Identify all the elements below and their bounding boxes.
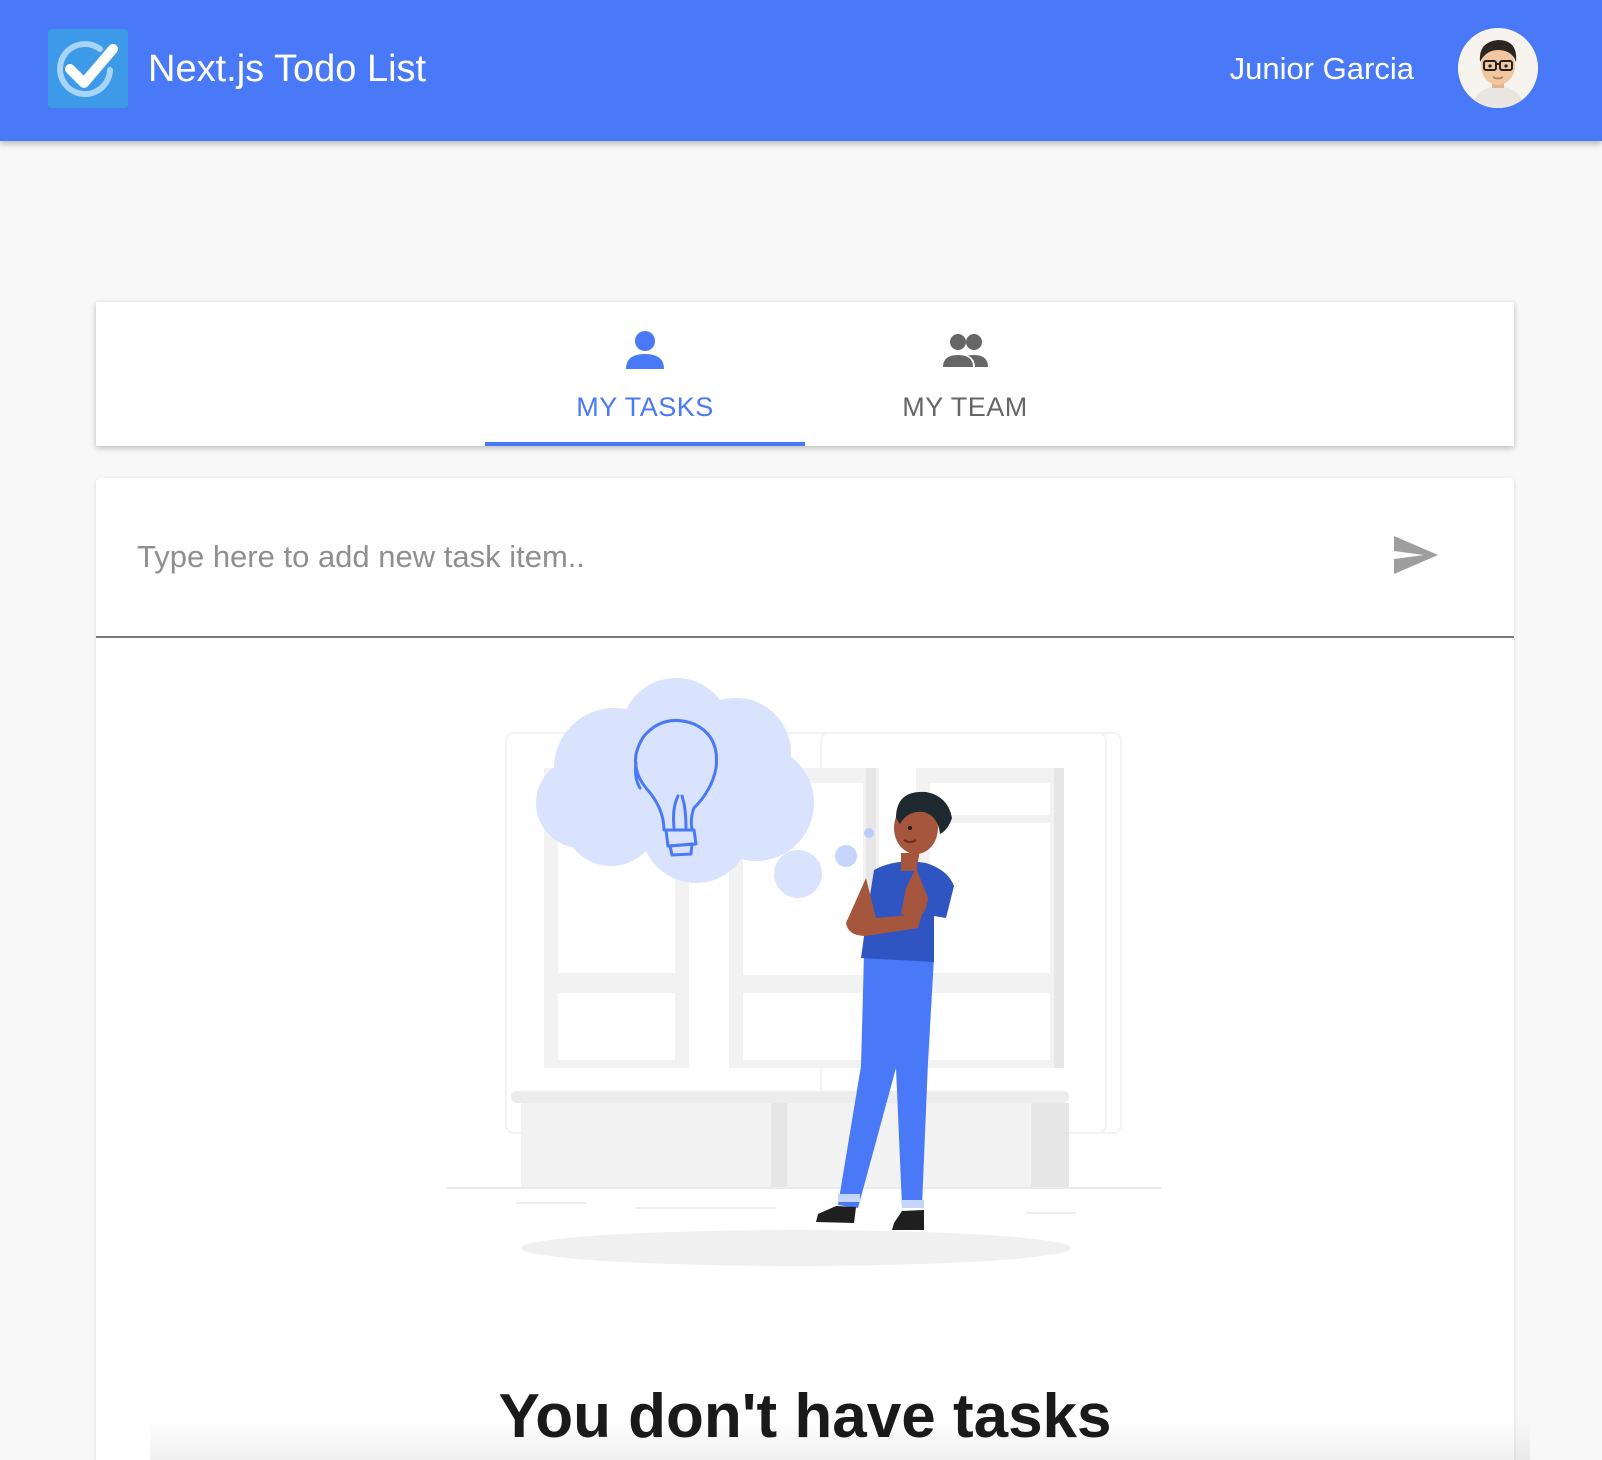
empty-state-title: You don't have tasks bbox=[498, 1382, 1112, 1451]
app-title: Next.js Todo List bbox=[148, 48, 427, 90]
tab-label: MY TASKS bbox=[576, 392, 714, 422]
tab-indicator bbox=[485, 442, 805, 446]
task-list-card: You don't have tasks bbox=[96, 478, 1514, 1460]
user-name[interactable]: Junior Garcia bbox=[1230, 50, 1414, 88]
tab-label: MY TEAM bbox=[902, 392, 1028, 422]
thinking-person-illustration bbox=[446, 678, 1161, 1266]
tab-my-tasks[interactable]: MY TASKS bbox=[485, 302, 805, 446]
tab-bar: MY TASKS MY TEAM bbox=[96, 302, 1514, 446]
people-icon bbox=[943, 334, 988, 367]
check-circle-icon[interactable] bbox=[48, 29, 128, 108]
tab-my-team[interactable]: MY TEAM bbox=[805, 302, 1125, 446]
avatar-icon[interactable] bbox=[1458, 28, 1538, 108]
app-bar: Next.js Todo List Junior Garcia bbox=[0, 0, 1602, 141]
person-icon bbox=[626, 331, 664, 369]
